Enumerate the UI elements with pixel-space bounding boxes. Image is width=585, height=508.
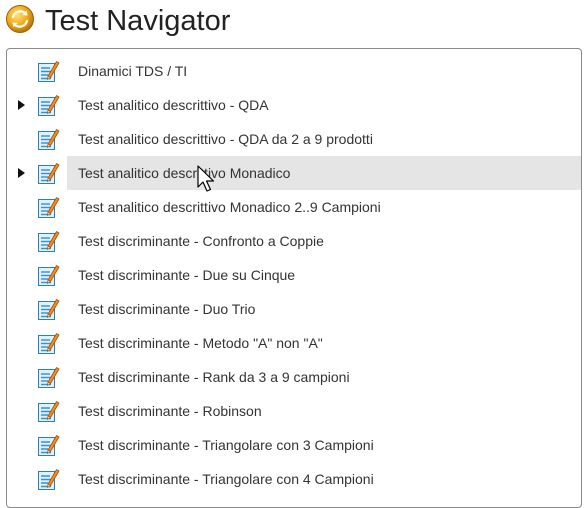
tree-item[interactable]: Test discriminante - Rank da 3 a 9 campi… (7, 360, 581, 394)
edit-document-icon (36, 195, 60, 219)
edit-document-icon (36, 229, 60, 253)
tree-item[interactable]: Test discriminante - Due su Cinque (7, 258, 581, 292)
edit-document-icon (36, 365, 60, 389)
tree-item[interactable]: Test analitico descrittivo - QDA (7, 88, 581, 122)
tree-item-label: Test discriminante - Triangolare con 4 C… (78, 471, 374, 487)
tree-item-label: Test analitico descrittivo - QDA (78, 97, 269, 113)
edit-document-icon (36, 331, 60, 355)
tree-item[interactable]: Test discriminante - Confronto a Coppie (7, 224, 581, 258)
tree-item-label: Test discriminante - Metodo "A" non "A" (78, 335, 323, 351)
page-title: Test Navigator (45, 5, 231, 37)
edit-document-icon (36, 59, 60, 83)
tree-item-label: Test analitico descrittivo Monadico 2..9… (78, 199, 381, 215)
edit-document-icon (36, 297, 60, 321)
expand-arrow-icon[interactable] (18, 168, 25, 178)
title-bar: Test Navigator (0, 0, 585, 44)
tree-item-label: Test analitico descrittivo Monadico (78, 165, 291, 181)
refresh-circle-icon (6, 5, 34, 33)
tree-item-label: Test discriminante - Confronto a Coppie (78, 233, 324, 249)
tree-item-label: Test analitico descrittivo - QDA da 2 a … (78, 131, 373, 147)
edit-document-icon (36, 263, 60, 287)
edit-document-icon (36, 127, 60, 151)
tree-item[interactable]: Test analitico descrittivo Monadico (7, 156, 581, 190)
tree-item[interactable]: Test discriminante - Triangolare con 3 C… (7, 428, 581, 462)
test-tree-panel[interactable]: Dinamici TDS / TI Test analitico descritt… (6, 48, 582, 508)
tree-item-label: Test discriminante - Triangolare con 3 C… (78, 437, 374, 453)
tree-item-label: Test discriminante - Duo Trio (78, 301, 256, 317)
tree-item-label: Dinamici TDS / TI (78, 63, 188, 79)
tree-item-label: Test discriminante - Robinson (78, 403, 262, 419)
tree-item[interactable]: Test analitico descrittivo Monadico 2..9… (7, 190, 581, 224)
edit-document-icon (36, 467, 60, 491)
edit-document-icon (36, 433, 60, 457)
edit-document-icon (36, 161, 60, 185)
tree-item-label: Test discriminante - Due su Cinque (78, 267, 296, 283)
edit-document-icon (36, 93, 60, 117)
expand-arrow-icon[interactable] (18, 100, 25, 110)
tree-item[interactable]: Test discriminante - Robinson (7, 394, 581, 428)
tree-item[interactable]: Test analitico descrittivo - QDA da 2 a … (7, 122, 581, 156)
tree-item[interactable]: Test discriminante - Metodo "A" non "A" (7, 326, 581, 360)
edit-document-icon (36, 399, 60, 423)
tree-item[interactable]: Dinamici TDS / TI (7, 54, 581, 88)
tree-item[interactable]: Test discriminante - Duo Trio (7, 292, 581, 326)
tree-item-label: Test discriminante - Rank da 3 a 9 campi… (78, 369, 350, 385)
